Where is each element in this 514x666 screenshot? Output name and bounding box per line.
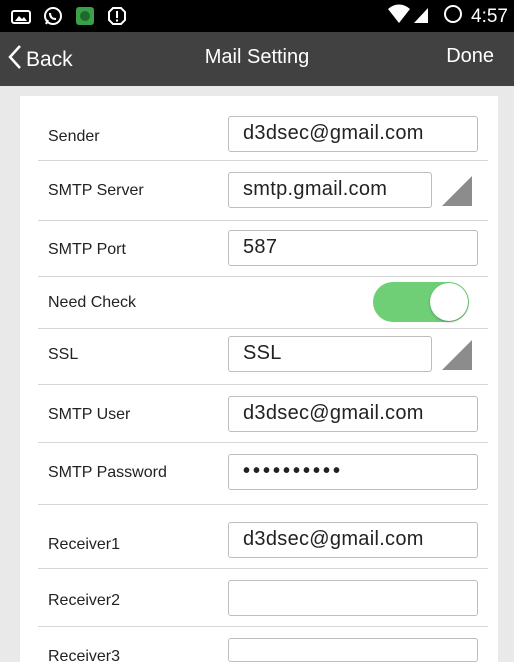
divider xyxy=(38,626,488,627)
smtp-server-label: SMTP Server xyxy=(48,182,144,199)
sender-label: Sender xyxy=(48,128,100,145)
status-bar-left-icons xyxy=(10,6,128,26)
ssl-label: SSL xyxy=(48,346,79,363)
toggle-knob xyxy=(430,283,468,321)
smtp-port-input[interactable]: 587 xyxy=(228,230,478,266)
signal-icon xyxy=(413,4,429,30)
receiver1-input[interactable]: d3dsec@gmail.com xyxy=(228,522,478,558)
status-bar: 4:57 xyxy=(0,0,514,32)
gallery-icon xyxy=(10,6,32,26)
clock: 4:57 xyxy=(471,6,508,27)
receiver2-input[interactable] xyxy=(228,580,478,616)
done-button[interactable]: Done xyxy=(446,45,494,68)
whatsapp-icon xyxy=(42,6,64,26)
receiver3-label: Receiver3 xyxy=(48,648,121,665)
dropdown-triangle-icon[interactable] xyxy=(440,174,474,208)
smtp-server-select[interactable]: smtp.gmail.com xyxy=(228,172,432,208)
divider xyxy=(38,328,488,329)
page-title: Mail Setting xyxy=(204,46,310,68)
divider xyxy=(38,504,488,505)
receiver1-label: Receiver1 xyxy=(48,536,121,553)
smtp-user-label: SMTP User xyxy=(48,406,131,423)
dropdown-triangle-icon[interactable] xyxy=(440,338,474,372)
wifi-icon xyxy=(387,4,411,30)
receiver2-label: Receiver2 xyxy=(48,592,121,609)
sender-input[interactable]: d3dsec@gmail.com xyxy=(228,116,478,152)
need-check-toggle[interactable] xyxy=(373,282,469,322)
divider xyxy=(38,160,488,161)
need-check-label: Need Check xyxy=(48,294,137,311)
divider xyxy=(38,442,488,443)
app-icon xyxy=(74,6,96,26)
smtp-password-input[interactable]: •••••••••• xyxy=(228,454,478,490)
ssl-select[interactable]: SSL xyxy=(228,336,432,372)
battery-icon xyxy=(443,4,463,30)
mail-settings-form: Sender d3dsec@gmail.com SMTP Server smtp… xyxy=(20,96,498,665)
status-bar-right: 4:57 xyxy=(387,4,508,30)
alert-icon xyxy=(106,6,128,26)
divider xyxy=(38,276,488,277)
divider xyxy=(38,384,488,385)
smtp-password-label: SMTP Password xyxy=(48,464,167,481)
receiver3-input[interactable] xyxy=(228,638,478,662)
divider xyxy=(38,568,488,569)
smtp-user-input[interactable]: d3dsec@gmail.com xyxy=(228,396,478,432)
divider xyxy=(38,220,488,221)
nav-bar: Back Mail Setting Done xyxy=(0,32,514,86)
smtp-port-label: SMTP Port xyxy=(48,241,126,258)
